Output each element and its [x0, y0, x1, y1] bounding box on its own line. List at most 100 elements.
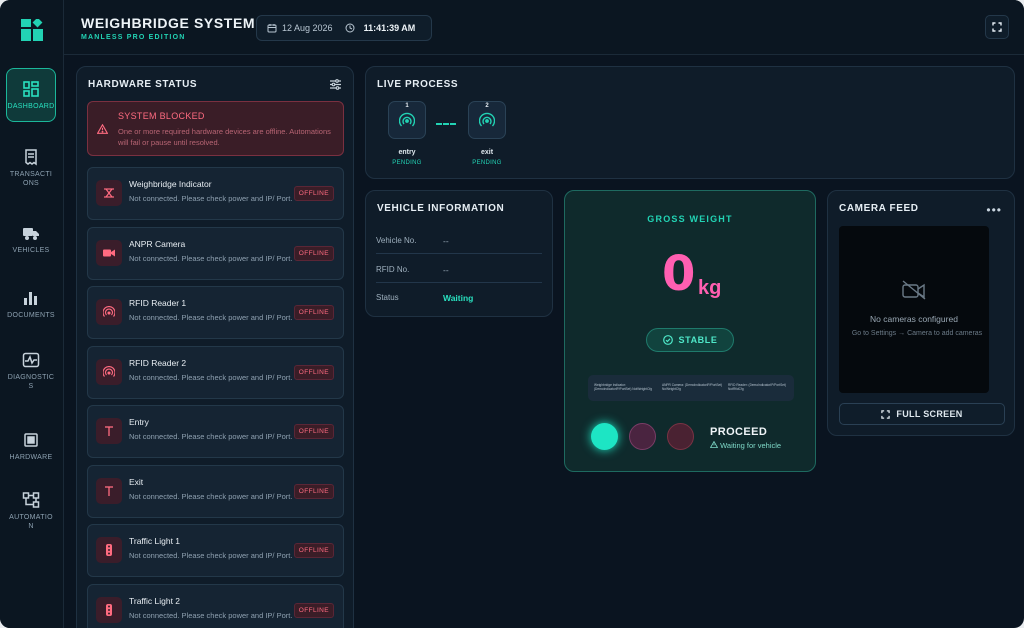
device-card[interactable]: Weighbridge Indicator Not connected. Ple…	[87, 167, 344, 220]
device-description: Not connected. Please check power and IP…	[129, 611, 293, 620]
device-status-strip: Weighbridge Indicator: (DemoIndicatorIP/…	[588, 375, 794, 401]
scale-icon	[96, 180, 122, 206]
app-title: WEIGHBRIDGE SYSTEM	[81, 15, 256, 31]
device-description: Not connected. Please check power and IP…	[129, 254, 293, 263]
device-description: Not connected. Please check power and IP…	[129, 551, 293, 560]
warning-icon	[709, 440, 719, 448]
device-card[interactable]: Exit Not connected. Please check power a…	[87, 465, 344, 518]
truck-icon	[23, 227, 39, 240]
nav-diagnostics[interactable]: DIAGNOSTICS	[6, 344, 56, 398]
chip-icon	[24, 432, 38, 447]
step-name: entry	[398, 149, 416, 156]
device-card[interactable]: Entry Not connected. Please check power …	[87, 405, 344, 458]
camera-viewport: No cameras configured Go to Settings → C…	[839, 226, 989, 393]
step-name: exit	[480, 149, 494, 156]
nav-label: DIAGNOSTICS	[7, 374, 55, 390]
info-key: Vehicle No.	[376, 236, 417, 245]
nav-label: VEHICLES	[12, 246, 50, 254]
device-description: Not connected. Please check power and IP…	[129, 432, 293, 441]
system-blocked-alert: SYSTEM BLOCKED One or more required hard…	[87, 101, 344, 156]
nav-label: HARDWARE	[9, 453, 53, 461]
device-status-text: RFID Reader: (DemoIndicatorIP/PortSet) N…	[728, 383, 786, 391]
panel-title: HARDWARE STATUS	[88, 79, 198, 90]
camera-empty-hint: Go to Settings → Camera to add cameras	[851, 330, 983, 337]
traffic-light-amber	[629, 423, 656, 450]
device-card[interactable]: RFID Reader 2 Not connected. Please chec…	[87, 346, 344, 399]
process-step-entry[interactable]: 1	[388, 101, 426, 139]
pulse-icon	[22, 352, 40, 368]
status-value: Waiting	[443, 293, 474, 303]
device-status-text: ANPR Camera: (DemoIndicatorIP/PortSet) N…	[662, 383, 723, 391]
traffic-light-icon	[96, 537, 122, 563]
fullscreen-toggle-button[interactable]	[985, 15, 1009, 39]
info-row: Vehicle No. --	[376, 226, 542, 254]
traffic-light-red	[667, 423, 694, 450]
nav-label: TRANSACTIONS	[9, 171, 53, 187]
step-connector	[436, 123, 456, 125]
info-row: RFID No. --	[376, 255, 542, 283]
action-status: PROCEED	[710, 426, 768, 438]
device-name: Entry	[129, 417, 149, 427]
panel-title: LIVE PROCESS	[377, 79, 459, 90]
nav-automation[interactable]: AUTOMATION	[6, 484, 56, 538]
check-circle-icon	[662, 335, 673, 345]
more-options-icon[interactable]: •••	[986, 203, 1002, 217]
device-description: Not connected. Please check power and IP…	[129, 313, 293, 322]
status-badge: OFFLINE	[293, 246, 334, 261]
step-status: PENDING	[392, 160, 422, 166]
device-card[interactable]: ANPR Camera Not connected. Please check …	[87, 227, 344, 280]
info-row: Status Waiting	[376, 283, 542, 311]
status-badge: OFFLINE	[293, 365, 334, 380]
nav-hardware[interactable]: HARDWARE	[6, 419, 56, 473]
alert-message: One or more required hardware devices ar…	[118, 127, 331, 147]
video-icon	[96, 240, 122, 266]
device-name: RFID Reader 1	[129, 298, 187, 308]
nav-transactions[interactable]: TRANSACTIONS	[6, 141, 56, 195]
info-key: Status	[376, 293, 399, 302]
process-step-exit[interactable]: 2	[468, 101, 506, 139]
nav-vehicles[interactable]: VEHICLES	[6, 212, 56, 266]
camera-off-icon	[902, 280, 926, 300]
gross-weight-title: GROSS WEIGHT	[647, 214, 733, 224]
bar-chart-icon	[24, 291, 37, 305]
app-subtitle: MANLESS PRO EDITION	[81, 34, 186, 41]
device-name: Traffic Light 1	[129, 536, 181, 546]
warning-icon	[97, 124, 108, 134]
device-card[interactable]: Traffic Light 2 Not connected. Please ch…	[87, 584, 344, 628]
clock-icon	[345, 23, 355, 33]
expand-icon	[992, 22, 1002, 32]
device-name: RFID Reader 2	[129, 358, 187, 368]
vehicle-information-panel: VEHICLE INFORMATION Vehicle No. -- RFID …	[365, 190, 553, 317]
status-badge: OFFLINE	[293, 424, 334, 439]
camera-empty-title: No cameras configured	[870, 314, 958, 324]
fullscreen-label: FULL SCREEN	[896, 409, 963, 419]
nav-documents[interactable]: DOCUMENTS	[6, 277, 56, 331]
rfid-icon	[96, 299, 122, 325]
gross-weight-panel: GROSS WEIGHT 0 kg STABLE Weighbridge Ind…	[564, 190, 816, 472]
camera-fullscreen-button[interactable]: FULL SCREEN	[839, 403, 1005, 425]
action-substatus: Waiting for vehicle	[709, 440, 781, 450]
dashboard-icon	[23, 80, 39, 97]
step-number: 2	[485, 103, 489, 109]
nav-dashboard[interactable]: DASHBOARD	[6, 68, 56, 122]
device-description: Not connected. Please check power and IP…	[129, 373, 293, 382]
status-badge: OFFLINE	[293, 186, 334, 201]
weight-value: 0	[662, 246, 696, 302]
panel-title: CAMERA FEED	[839, 203, 919, 214]
device-name: Traffic Light 2	[129, 596, 181, 606]
date-text: 12 Aug 2026	[282, 23, 333, 33]
logo-icon	[21, 19, 43, 41]
alert-title: SYSTEM BLOCKED	[118, 111, 205, 121]
calendar-icon	[267, 24, 277, 33]
device-card[interactable]: Traffic Light 1 Not connected. Please ch…	[87, 524, 344, 577]
nav-label: DASHBOARD	[7, 102, 55, 110]
device-card[interactable]: RFID Reader 1 Not connected. Please chec…	[87, 286, 344, 339]
app-window: DASHBOARD TRANSACTIONS VEHICLES DOCUMENT…	[0, 0, 1024, 628]
sliders-icon[interactable]	[330, 79, 341, 90]
status-badge: OFFLINE	[293, 484, 334, 499]
rfid-icon	[96, 359, 122, 385]
device-name: Weighbridge Indicator	[129, 179, 212, 189]
datetime-display: 12 Aug 2026 11:41:39 AM	[256, 15, 432, 41]
info-value: --	[443, 265, 449, 275]
rfid-icon	[479, 112, 495, 127]
